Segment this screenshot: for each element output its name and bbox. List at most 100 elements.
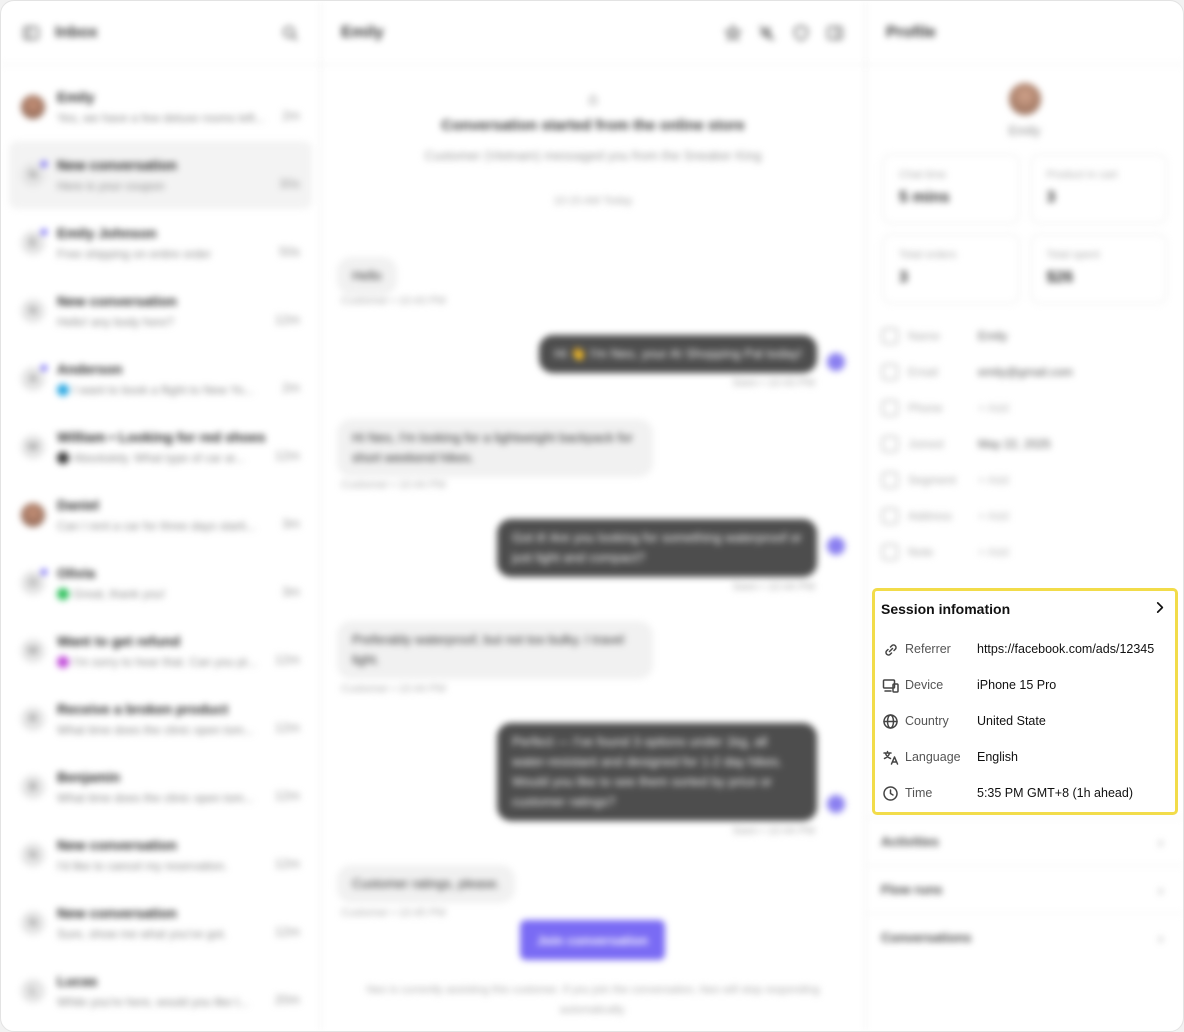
avatar: L [21,979,45,1003]
chevron-right-icon[interactable]: › [1158,930,1163,946]
conversation-body: Emily Yes, we have a few deluxe rooms lef… [57,89,274,125]
avatar: A [21,365,47,391]
panel-toggle-icon[interactable] [825,23,845,43]
field-label: Email [908,365,939,379]
star-icon[interactable] [723,23,743,43]
conversation-time: 12m [274,787,300,803]
conversation-item[interactable]: W Want to get refund I'm sorry to hear tha… [9,617,312,685]
session-value: 5:35 PM GMT+8 (1h ahead) [977,786,1133,800]
avatar: N [21,843,45,867]
conversation-item[interactable]: N New conversation Sure, show me what you'… [9,889,312,957]
chevron-right-icon[interactable]: › [1158,882,1163,898]
stat-label: Total orders [899,249,957,261]
conversation-item[interactable]: R Receive a broken product What time does … [9,685,312,753]
conversation-body: Receive a broken product What time does t… [57,701,267,737]
conversation-time: 12m [274,651,300,667]
conversation-snippet: Great, thank you! [57,587,274,601]
conversation-list: Emily Yes, we have a few deluxe rooms lef… [1,65,320,1031]
conversation-time: 2m [281,379,300,395]
session-value: https://facebook.com/ads/12345 [977,642,1155,656]
conversation-item[interactable]: N New conversation Hello! any body here? 12… [9,277,312,345]
snippet-text: Here is your coupon [57,179,165,193]
bot-avatar-icon [827,795,845,813]
avatar [21,95,45,119]
profile-field-note[interactable]: Note + Add [882,534,1167,570]
chat-heading: Conversation started from the online sto… [441,117,745,134]
avatar: N [21,911,45,935]
profile-field-phone[interactable]: Phone + Add [882,390,1167,426]
conversation-snippet: Here is your coupon [57,179,271,193]
section-conversations[interactable]: Conversations › [867,913,1183,961]
section-activities[interactable]: Activities › [867,817,1183,865]
snippet-text: What time does the clinic open tom... [57,723,254,737]
agent-message: Perfect — I've found 3 options under 1kg… [497,723,817,821]
app-background: Inbox Emily Yes, we have a few deluxe roo… [1,1,1183,1031]
stat-card: Product in cart 3 [1029,154,1167,224]
profile-avatar [1008,83,1041,115]
conversation-item[interactable]: Daniel Can I rent a car for three days st… [9,481,312,549]
agent-message: Got it! Are you looking for something wa… [497,519,817,577]
field-value[interactable]: + Add [978,509,1009,523]
profile-body: Emily Chat time 5 mins Product in cart 3 Tot… [866,83,1183,570]
conversation-snippet: I'd like to cancel my reservation. [57,859,267,873]
conversation-snippet: I want to book a flight to New Yo... [57,383,274,397]
conversation-name: New conversation [57,293,177,309]
conversation-item[interactable]: N New conversation I'd like to cancel my r… [9,821,312,889]
conversation-item[interactable]: E Emily Johnson Free shipping on entire or… [9,209,312,277]
conversation-item[interactable]: B Benjamin What time does the clinic open … [9,753,312,821]
conversation-body: Olivia Great, thank you! [57,565,274,601]
inbox-title: Inbox [55,23,98,41]
section-flow-runs[interactable]: Flow runs › [867,865,1183,913]
conversation-item[interactable]: W William • Looking for red shoes Absolute… [9,413,312,481]
field-value: emily@gmail.com [978,365,1073,379]
mute-icon[interactable] [757,23,777,43]
conversation-time: 3m [281,583,300,599]
snippet-text: Great, thank you! [73,587,166,601]
stat-card: Total orders 3 [882,234,1020,304]
conversation-name: New conversation [57,905,177,921]
conversation-item[interactable]: Emily Yes, we have a few deluxe rooms lef… [9,73,312,141]
conversation-body: New conversation Sure, show me what you'v… [57,905,267,941]
chat-header: Emily [321,1,865,65]
inbox-panel: Inbox Emily Yes, we have a few deluxe roo… [1,1,321,1031]
stat-value: $26 [1046,269,1074,286]
conversation-item[interactable]: A Anderson I want to book a flight to New … [9,345,312,413]
conversation-name: Receive a broken product [57,701,229,717]
profile-field-address[interactable]: Address + Add [882,498,1167,534]
field-icon [882,400,898,416]
conversation-time: 50s [279,243,300,259]
session-header[interactable]: Session infomation [881,591,1167,624]
shield-icon[interactable] [791,23,811,43]
avatar: O [21,569,47,595]
chevron-right-icon[interactable] [1153,601,1167,615]
session-row-language: Language English [881,739,1167,775]
avatar: W [21,639,45,663]
conversation-body: New conversation Hello! any body here? [57,293,267,329]
conversation-item[interactable]: N New conversation Here is your coupon 30s [9,141,312,209]
conversation-item[interactable]: O Olivia Great, thank you! 3m [9,549,312,617]
snippet-text: Can I rent a car for three days starti..… [57,519,256,533]
conversation-time: 12m [274,719,300,735]
conversation-name: New conversation [57,837,177,853]
field-value[interactable]: + Add [978,401,1009,415]
message-meta: Customer • 10:45 PM [341,907,446,919]
conversation-body: William • Looking for red shoes Absolutel… [57,429,267,465]
chat-body: ⌂ Conversation started from the online s… [321,65,865,1031]
conversation-snippet: What time does the clinic open tom... [57,723,267,737]
message-meta: Customer • 10:44 PM [341,683,446,695]
profile-header: Profile [866,1,1183,65]
translate-icon [881,748,899,766]
field-label: Phone [908,401,943,415]
conversation-snippet: Absolutely. What type of car ar... [57,451,267,465]
search-icon[interactable] [280,23,300,43]
conversation-name: Lucas [57,973,98,989]
sidebar-toggle-icon[interactable] [21,23,41,43]
profile-field-segment[interactable]: Segment + Add [882,462,1167,498]
chevron-right-icon[interactable]: › [1158,834,1163,850]
field-value[interactable]: + Add [978,473,1009,487]
conversation-snippet: Free shipping on entire order [57,247,271,261]
field-value[interactable]: + Add [978,545,1009,559]
conversation-item[interactable]: L Lucas While you're here, would you like … [9,957,312,1025]
field-icon [882,544,898,560]
join-conversation-button[interactable]: Join conversation [520,920,665,960]
